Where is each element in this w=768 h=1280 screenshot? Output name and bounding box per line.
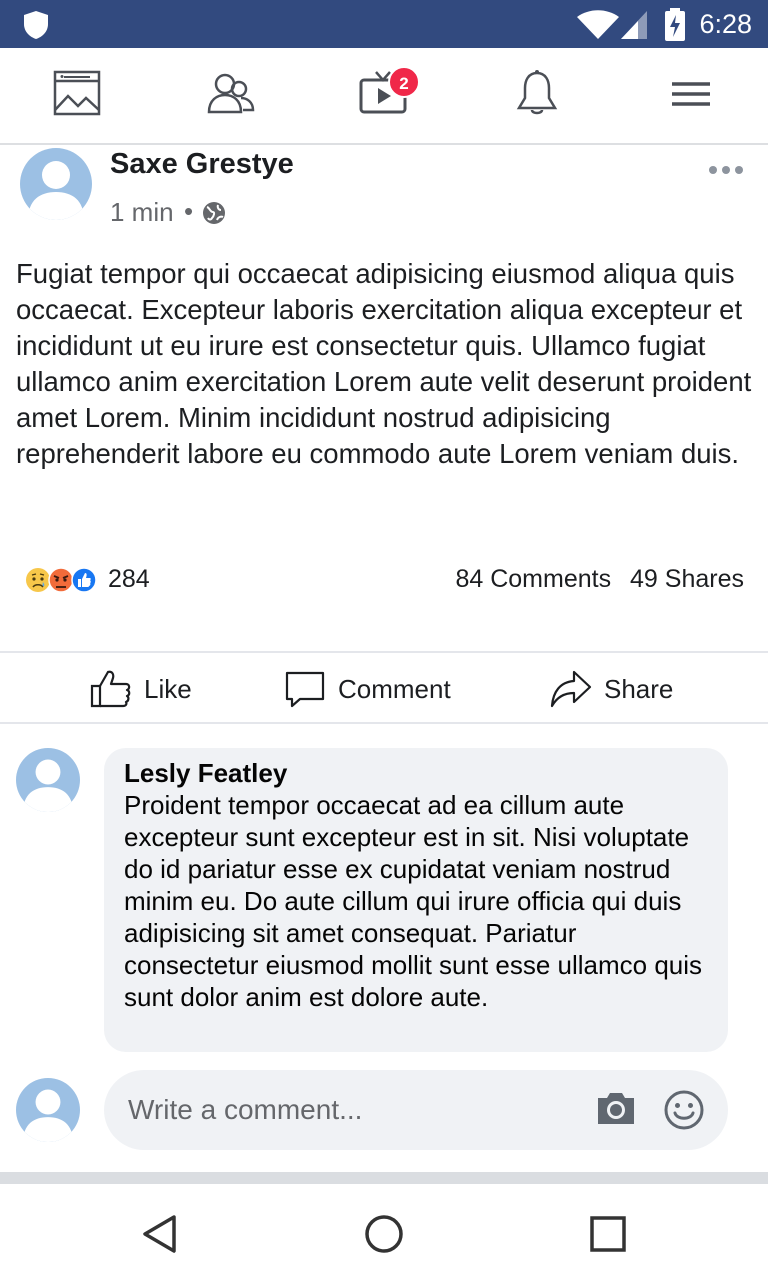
- comment-input[interactable]: [128, 1086, 568, 1134]
- comment-composer: [104, 1070, 728, 1150]
- emoji-icon[interactable]: [662, 1088, 706, 1132]
- comment-bubble: Lesly Featley Proident tempor occaecat a…: [104, 748, 728, 1052]
- status-bar: 6:28: [0, 0, 768, 48]
- recents-icon[interactable]: [586, 1212, 630, 1256]
- thumbs-up-icon: [90, 670, 131, 708]
- wifi-icon: [577, 10, 619, 39]
- system-navigation-bar: [0, 1184, 768, 1280]
- comments-count[interactable]: 84 Comments: [455, 565, 611, 593]
- engagement-counts: 84 Comments 49 Shares: [443, 565, 744, 594]
- meta-separator: •: [184, 196, 194, 226]
- commenter-name[interactable]: Lesly Featley: [124, 758, 708, 788]
- comment-text: Proident tempor occaecat ad ea cillum au…: [124, 790, 703, 1012]
- post-body-text: Fugiat tempor qui occaecat adipisicing e…: [16, 258, 752, 469]
- post-timestamp[interactable]: 1 min: [110, 197, 174, 228]
- comment-button[interactable]: Comment: [284, 668, 451, 710]
- angry-reaction-icon: [48, 567, 74, 593]
- status-time: 6:28: [699, 9, 752, 39]
- reactions-summary[interactable]: [24, 566, 98, 594]
- top-navigation: [0, 48, 768, 145]
- feed-separator: [0, 1172, 768, 1184]
- battery-charging-icon: [665, 8, 685, 41]
- share-button[interactable]: Share: [550, 668, 673, 710]
- author-avatar[interactable]: [20, 148, 92, 220]
- shares-count[interactable]: 49 Shares: [630, 565, 744, 593]
- globe-icon: [203, 202, 225, 224]
- notifications-bell-icon[interactable]: [509, 68, 565, 120]
- share-label: Share: [604, 673, 674, 704]
- comment-label: Comment: [338, 673, 451, 704]
- back-icon[interactable]: [138, 1212, 182, 1256]
- author-name[interactable]: Saxe Grestye: [110, 148, 294, 181]
- like-button[interactable]: Like: [90, 668, 192, 710]
- share-arrow-icon: [550, 670, 592, 708]
- like-reaction-icon: [71, 567, 97, 593]
- more-options-icon[interactable]: [707, 160, 745, 180]
- like-label: Like: [144, 673, 192, 704]
- commenter-avatar[interactable]: [16, 748, 80, 812]
- speech-bubble-icon: [285, 671, 325, 708]
- home-icon[interactable]: [362, 1212, 406, 1256]
- menu-icon[interactable]: [663, 68, 719, 120]
- current-user-avatar: [16, 1078, 80, 1142]
- divider: [0, 722, 768, 724]
- cellular-signal-icon: [621, 11, 647, 39]
- shield-icon: [24, 11, 48, 39]
- news-feed-icon[interactable]: [50, 68, 106, 120]
- sad-reaction-icon: [26, 568, 50, 592]
- camera-icon[interactable]: [594, 1086, 638, 1130]
- divider: [0, 651, 768, 653]
- watch-notification-badge: 2: [388, 66, 420, 98]
- reaction-count[interactable]: 284: [108, 565, 150, 594]
- friends-icon[interactable]: [203, 68, 259, 120]
